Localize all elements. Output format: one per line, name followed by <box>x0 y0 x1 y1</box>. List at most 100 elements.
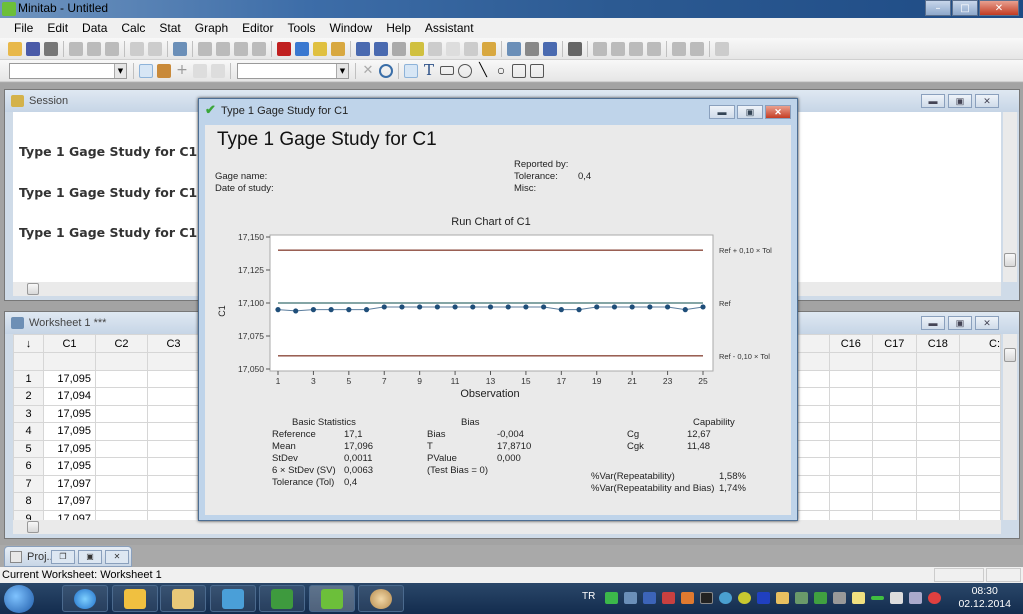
find-icon[interactable] <box>234 41 248 56</box>
cell[interactable] <box>95 439 148 458</box>
cell[interactable] <box>95 422 148 441</box>
chevron-down-icon[interactable]: ▼ <box>336 63 348 78</box>
network-icon[interactable] <box>624 592 637 604</box>
menu-tools[interactable]: Tools <box>287 21 315 35</box>
security-icon[interactable] <box>814 592 827 604</box>
find-next-icon[interactable] <box>252 41 266 56</box>
outlook-tray-icon[interactable] <box>776 592 789 604</box>
column-name-cell[interactable] <box>147 352 200 371</box>
cell[interactable] <box>915 492 961 511</box>
cell[interactable] <box>95 474 148 493</box>
cell[interactable] <box>95 387 148 406</box>
stat-guide-icon[interactable] <box>313 41 327 56</box>
worksheet-horizontal-scrollbar[interactable] <box>13 520 1001 534</box>
project-maximize-button[interactable]: ▣ <box>78 550 102 564</box>
battery-meter-icon[interactable] <box>871 596 884 600</box>
menu-data[interactable]: Data <box>82 21 107 35</box>
column-header[interactable]: C18 <box>915 334 961 353</box>
cell[interactable] <box>959 387 1001 406</box>
close-button[interactable]: ✕ <box>979 0 1019 16</box>
cell[interactable] <box>872 369 917 388</box>
power-icon[interactable] <box>890 592 903 604</box>
cell[interactable] <box>872 492 917 511</box>
flag-icon[interactable] <box>662 592 675 604</box>
cell[interactable] <box>915 369 961 388</box>
cell-c1[interactable]: 17,095 <box>43 422 96 441</box>
graph-attribute-combo[interactable]: ▼ <box>237 62 349 79</box>
cell[interactable] <box>959 439 1001 458</box>
project-restore-button[interactable]: ❐ <box>51 550 75 564</box>
scroll-thumb[interactable] <box>27 521 39 533</box>
cell[interactable] <box>872 387 917 406</box>
cell[interactable] <box>959 457 1001 476</box>
cell-c1[interactable]: 17,095 <box>43 369 96 388</box>
cell[interactable] <box>147 492 200 511</box>
crosshair-icon[interactable]: + <box>175 63 189 78</box>
network-connection-icon[interactable] <box>909 592 922 604</box>
column-name-cell[interactable] <box>959 352 1001 371</box>
column-header[interactable]: C1 <box>43 334 96 353</box>
worksheet-close-button[interactable]: ✕ <box>975 316 999 330</box>
wireless-icon[interactable] <box>700 592 713 604</box>
cell[interactable] <box>828 422 874 441</box>
project-close-button[interactable]: ✕ <box>105 550 129 564</box>
chevron-down-icon[interactable]: ▼ <box>114 63 126 78</box>
info-icon[interactable] <box>392 41 406 56</box>
worksheet-vertical-scrollbar[interactable] <box>1003 334 1017 520</box>
taskbar-lync[interactable] <box>210 585 256 612</box>
cell[interactable] <box>872 509 917 520</box>
cell[interactable] <box>915 474 961 493</box>
cell[interactable] <box>147 509 200 520</box>
graph-folder-icon[interactable] <box>374 41 388 56</box>
app-tray-icon[interactable] <box>681 592 694 604</box>
paste-icon[interactable] <box>105 41 119 56</box>
column-name-cell[interactable] <box>915 352 961 371</box>
flag-icon[interactable] <box>193 63 207 78</box>
copy-icon[interactable] <box>87 41 101 56</box>
polygon-icon[interactable] <box>530 63 544 78</box>
row-number[interactable]: 8 <box>13 492 44 511</box>
cell[interactable] <box>959 404 1001 423</box>
cell[interactable] <box>95 509 148 520</box>
cell[interactable] <box>915 422 961 441</box>
cell[interactable] <box>147 369 200 388</box>
language-indicator[interactable]: TR <box>582 591 595 602</box>
cell[interactable] <box>147 387 200 406</box>
cell-c1[interactable]: 17,097 <box>43 509 96 520</box>
column-header[interactable]: C3 <box>147 334 200 353</box>
cell[interactable] <box>95 492 148 511</box>
scroll-thumb[interactable] <box>27 283 39 295</box>
display-icon[interactable] <box>643 592 656 604</box>
cell-c1[interactable]: 17,097 <box>43 474 96 493</box>
cell-c1[interactable]: 17,095 <box>43 457 96 476</box>
row-number[interactable]: 3 <box>13 404 44 423</box>
open-icon[interactable] <box>8 41 22 56</box>
menu-help[interactable]: Help <box>386 21 411 35</box>
cell[interactable] <box>872 404 917 423</box>
line-icon[interactable]: ╲ <box>476 64 490 78</box>
cell[interactable] <box>915 387 961 406</box>
menu-window[interactable]: Window <box>330 21 373 35</box>
graph-minimize-button[interactable]: ▬ <box>709 105 735 119</box>
column-header[interactable]: C2 <box>95 334 148 353</box>
help-icon[interactable] <box>295 41 309 56</box>
close-x-icon[interactable]: ✕ <box>361 64 375 78</box>
project-manager-icon[interactable] <box>482 41 496 56</box>
taskbar-outlook[interactable] <box>112 585 158 612</box>
constants-icon[interactable] <box>525 41 539 56</box>
menu-editor[interactable]: Editor <box>242 21 273 35</box>
cell[interactable] <box>915 509 961 520</box>
cell[interactable] <box>828 509 874 520</box>
cell[interactable] <box>95 404 148 423</box>
print-icon[interactable] <box>44 41 58 56</box>
minimize-button[interactable]: – <box>925 0 951 16</box>
session-close-button[interactable]: ✕ <box>975 94 999 108</box>
history-icon[interactable] <box>410 41 424 56</box>
sync-icon[interactable] <box>605 592 618 604</box>
polyline-icon[interactable] <box>512 63 526 78</box>
column-header[interactable]: C16 <box>828 334 874 353</box>
cell[interactable] <box>872 422 917 441</box>
menu-edit[interactable]: Edit <box>47 21 68 35</box>
cell[interactable] <box>147 404 200 423</box>
brush-b-icon[interactable] <box>690 41 704 56</box>
